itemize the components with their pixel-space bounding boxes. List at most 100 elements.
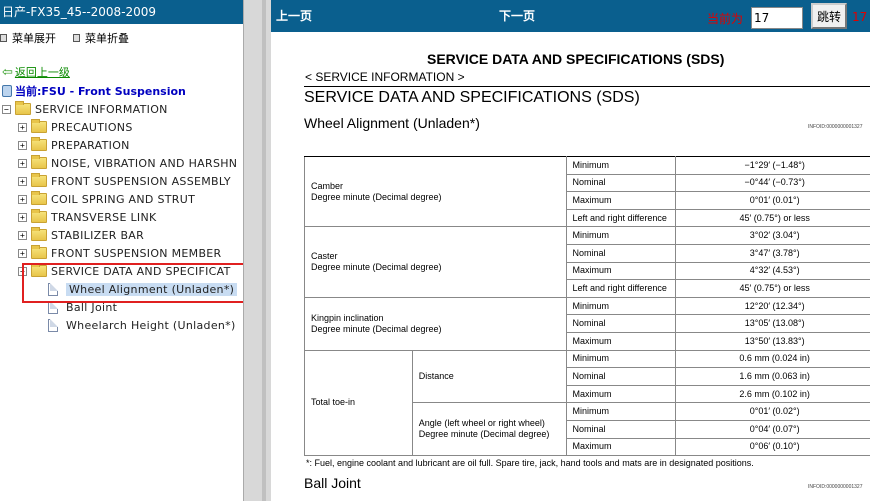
tree-child-label: Wheelarch Height (Unladen*)	[66, 318, 236, 332]
back-link[interactable]: ⇦ 返回上一级	[2, 64, 70, 80]
table-cell: Minimum	[565, 296, 677, 316]
menu-expand-button[interactable]: 菜单展开	[0, 30, 56, 46]
document-icon	[48, 318, 58, 332]
prev-page-button[interactable]: 上一页	[276, 0, 312, 32]
folder-icon	[31, 227, 47, 241]
tree-root-label: SERVICE INFORMATION	[35, 102, 168, 116]
table-cell: Minimum	[565, 349, 677, 369]
expand-node-icon[interactable]: +	[18, 230, 27, 240]
info-id: INFOID:0000000001327	[808, 124, 863, 130]
footnote: *: Fuel, engine coolant and lubricant ar…	[306, 458, 754, 468]
tree-item-stabilizer-bar[interactable]: + STABILIZER BAR	[18, 226, 144, 244]
table-cell: 45′ (0.75°) or less	[675, 208, 870, 228]
expand-node-icon[interactable]: +	[18, 158, 27, 168]
folder-icon	[31, 191, 47, 205]
tree-item-label: FRONT SUSPENSION MEMBER	[51, 246, 222, 260]
table-cell: 0°06′ (0.10°)	[675, 437, 870, 457]
service-info-label: < SERVICE INFORMATION >	[305, 70, 465, 84]
table-cell: 0°01′ (0.01°)	[675, 191, 870, 210]
folder-icon	[31, 245, 47, 259]
kingpin-cell: Kingpin inclination Degree minute (Decima…	[304, 296, 567, 351]
table-cell: Nominal	[565, 314, 677, 333]
total-pages: 17	[852, 10, 868, 24]
tree-root[interactable]: − SERVICE INFORMATION	[2, 100, 168, 118]
tree-item-nvh[interactable]: + NOISE, VIBRATION AND HARSHN	[18, 154, 237, 172]
folder-open-icon	[15, 101, 31, 115]
back-arrow-icon: ⇦	[2, 64, 13, 80]
expand-node-icon[interactable]: +	[18, 248, 27, 258]
table-cell: 3°02′ (3.04°)	[675, 226, 870, 245]
collapse-icon	[73, 34, 80, 42]
tree-item-label: STABILIZER BAR	[51, 228, 145, 242]
table-cell: 13°50′ (13.83°)	[675, 331, 870, 351]
expand-node-icon[interactable]: +	[18, 122, 27, 132]
table-cell: 13°05′ (13.08°)	[675, 314, 870, 333]
folder-icon	[31, 209, 47, 223]
tree-item-label: FRONT SUSPENSION ASSEMBLY	[51, 174, 231, 188]
folder-icon	[31, 119, 47, 133]
computer-icon	[2, 85, 12, 97]
table-cell: Nominal	[565, 419, 677, 439]
table-cell: Left and right difference	[565, 208, 677, 228]
document-title: SERVICE DATA AND SPECIFICATIONS (SDS)	[427, 51, 725, 67]
expand-node-icon[interactable]: +	[18, 140, 27, 150]
tree-item-label: PRECAUTIONS	[51, 120, 133, 134]
table-cell: Maximum	[565, 384, 677, 404]
folder-icon	[31, 155, 47, 169]
menu-collapse-label: 菜单折叠	[85, 32, 129, 45]
page-number-input[interactable]	[751, 7, 803, 29]
current-location-label: 当前:FSU - Front Suspension	[15, 85, 186, 98]
current-location: 当前:FSU - Front Suspension	[2, 83, 186, 99]
expand-node-icon[interactable]: +	[18, 212, 27, 222]
table-cell: −1°29′ (−1.48°)	[675, 156, 870, 175]
table-cell: 1.6 mm (0.063 in)	[675, 367, 870, 386]
table-cell: Nominal	[565, 367, 677, 386]
next-page-button[interactable]: 下一页	[499, 0, 535, 32]
page-toolbar: 上一页 下一页 当前为 跳转 17	[271, 0, 870, 32]
jump-button[interactable]: 跳转	[811, 3, 847, 29]
folder-icon	[31, 137, 47, 151]
camber-cell: Camber Degree minute (Decimal degree)	[304, 155, 567, 228]
subsection-title: Wheel Alignment (Unladen*)	[304, 115, 480, 131]
expand-icon	[0, 34, 7, 42]
table-cell: −0°44′ (−0.73°)	[675, 173, 870, 193]
tree-item-label: NOISE, VIBRATION AND HARSHN	[51, 156, 238, 170]
table-cell: Minimum	[565, 156, 677, 175]
tree-item-preparation[interactable]: + PREPARATION	[18, 136, 130, 154]
next-subsection-title: Ball Joint	[304, 475, 361, 491]
tree-item-label: COIL SPRING AND STRUT	[51, 192, 196, 206]
tree-item-coil-spring[interactable]: + COIL SPRING AND STRUT	[18, 190, 195, 208]
table-cell: Maximum	[565, 437, 677, 457]
table-cell: Minimum	[565, 226, 677, 245]
tree-child-wheelarch-height[interactable]: Wheelarch Height (Unladen*)	[48, 316, 236, 334]
tree-item-precautions[interactable]: + PRECAUTIONS	[18, 118, 133, 136]
collapse-node-icon[interactable]: −	[2, 104, 11, 114]
pane-splitter[interactable]	[243, 0, 271, 501]
table-row: Total toe-in Distance Minimum 0.6 mm (0.…	[304, 349, 870, 457]
table-row: Camber Degree minute (Decimal degree) Min…	[304, 155, 870, 228]
navigation-pane: 日产-FX35_45--2008-2009 菜单展开 菜单折叠 ⇦ 返回上一级 …	[0, 0, 243, 501]
table-row: Kingpin inclination Degree minute (Decima…	[304, 296, 870, 351]
section-title: SERVICE DATA AND SPECIFICATIONS (SDS)	[304, 86, 870, 107]
table-cell: 4°32′ (4.53°)	[675, 261, 870, 281]
wheel-alignment-table: Camber Degree minute (Decimal degree) Min…	[304, 155, 870, 457]
tree-item-transverse-link[interactable]: + TRANSVERSE LINK	[18, 208, 157, 226]
table-cell: Nominal	[565, 243, 677, 263]
table-cell: Nominal	[565, 173, 677, 193]
caster-cell: Caster Degree minute (Decimal degree)	[304, 226, 567, 298]
expand-node-icon[interactable]: +	[18, 194, 27, 204]
tree-item-front-suspension-assembly[interactable]: + FRONT SUSPENSION ASSEMBLY	[18, 172, 231, 190]
splitter-bar	[262, 0, 266, 501]
table-cell: 3°47′ (3.78°)	[675, 243, 870, 263]
expand-node-icon[interactable]: +	[18, 176, 27, 186]
table-row: Caster Degree minute (Decimal degree) Min…	[304, 226, 870, 298]
table-cell: 45′ (0.75°) or less	[675, 279, 870, 298]
table-cell: 0.6 mm (0.024 in)	[675, 349, 870, 369]
table-cell: 12°20′ (12.34°)	[675, 296, 870, 316]
tree-item-front-suspension-member[interactable]: + FRONT SUSPENSION MEMBER	[18, 244, 221, 262]
menu-collapse-button[interactable]: 菜单折叠	[73, 30, 129, 46]
tree-item-label: PREPARATION	[51, 138, 130, 152]
document-view: SERVICE DATA AND SPECIFICATIONS (SDS) < …	[271, 32, 870, 501]
back-link-label: 返回上一级	[14, 66, 70, 79]
angle-cell: Angle (left wheel or right wheel) Degree …	[411, 402, 567, 457]
